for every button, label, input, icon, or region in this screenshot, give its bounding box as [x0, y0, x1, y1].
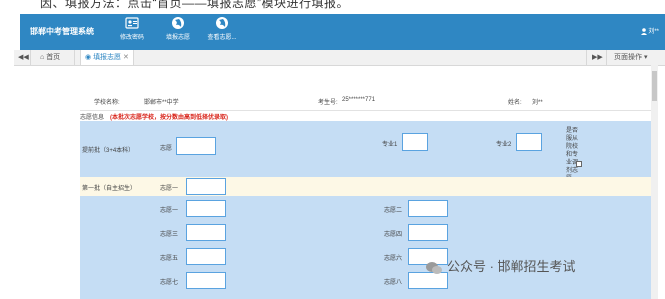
divider [30, 50, 31, 65]
first-batch-choice-label: 志愿一 [160, 186, 179, 192]
first-batch-row: 第一批（自主招生） 志愿一 [80, 177, 656, 196]
scrollbar-thumb[interactable] [652, 71, 657, 101]
choice-input[interactable] [186, 224, 226, 241]
nav-label: 修改密码 [119, 35, 144, 41]
adjust-checkbox[interactable] [576, 161, 582, 167]
choice-input[interactable] [408, 224, 448, 241]
notice-text: (本批次志愿学校，按分数由高到低择优录取) [110, 115, 228, 121]
close-icon[interactable]: ✕ [123, 54, 129, 61]
early-batch-label: 提前批（3+4本科） [82, 148, 135, 154]
nav-label: 查看志愿... [207, 35, 237, 41]
scroll-right-icon[interactable]: ▶▶ [592, 50, 603, 65]
major1-label: 专业1 [382, 142, 398, 148]
student-name-value: 刘** [532, 100, 543, 106]
nav-fill-application[interactable]: 填报志愿 [158, 16, 198, 48]
exam-number-value: 25*******771 [342, 97, 376, 103]
school-value: 邯郸市**中学 [144, 100, 179, 106]
watermark: 公众号 · 邯郸招生考试 [425, 256, 576, 275]
notice-prefix: 志愿信息 [80, 115, 105, 121]
vertical-scrollbar[interactable] [651, 65, 658, 299]
divider [74, 50, 75, 65]
tab-active-label: 填报志愿 [93, 54, 122, 61]
wechat-icon [426, 261, 442, 274]
id-card-icon [125, 17, 139, 29]
user-name: 刘** [648, 29, 659, 35]
scroll-left-icon[interactable]: ◀◀ [18, 50, 29, 65]
choice-label: 志愿一 [160, 208, 179, 214]
choice-label: 志愿二 [384, 208, 403, 214]
tab-bar: ◀◀ ⌂ 首页 ◉ 填报志愿 ✕ ▶▶ 页面操作 ▾ [14, 50, 665, 66]
first-batch-choice-input[interactable] [186, 178, 226, 195]
choice-label: 志愿六 [384, 256, 403, 262]
page-ops-menu[interactable]: 页面操作 ▾ [614, 50, 647, 65]
system-title: 邯郸中考管理系统 [30, 27, 94, 36]
student-info-row: 学校名称: 邯郸市**中学 考生号: 25*******771 姓名: 刘** [80, 90, 656, 111]
divider [606, 50, 607, 65]
nav-change-password[interactable]: 修改密码 [112, 16, 152, 48]
app-header: 邯郸中考管理系统 修改密码 填报志愿 查看志愿... 刘** [20, 14, 665, 50]
user-menu[interactable]: 刘** [640, 26, 659, 35]
choice-label: 志愿五 [160, 256, 179, 262]
first-batch-label: 第一批（自主招生） [82, 186, 137, 192]
watermark-text: 公众号 · 邯郸招生考试 [447, 259, 576, 274]
nav-view-application[interactable]: 查看志愿... [202, 16, 242, 48]
choice-label: 志愿七 [160, 280, 179, 286]
choice-label: 志愿三 [160, 232, 179, 238]
school-label: 学校名称: [94, 100, 120, 106]
chevron-down-icon: ▾ [643, 54, 648, 61]
early-batch-row: 提前批（3+4本科） 志愿 专业1 专业2 是否服从院校和专业调剂志愿 [80, 121, 656, 182]
exam-number-label: 考生号: [318, 100, 338, 106]
early-choice-label: 志愿 [160, 146, 173, 152]
caption-text: 因、填报方法：点击“首页——填报志愿”模块进行填报。 [40, 0, 349, 10]
tab-home-label: 首页 [46, 54, 61, 61]
globe-icon [172, 17, 184, 29]
globe-icon [216, 17, 228, 29]
tab-fill-application[interactable]: ◉ 填报志愿 ✕ [80, 50, 134, 65]
student-name-label: 姓名: [508, 100, 522, 106]
major2-label: 专业2 [496, 142, 512, 148]
caption-bar: 因、填报方法：点击“首页——填报志愿”模块进行填报。 [0, 0, 665, 14]
nav-label: 填报志愿 [165, 35, 190, 41]
home-icon: ⌂ [40, 54, 45, 61]
user-icon [640, 28, 647, 35]
choice-label: 志愿四 [384, 232, 403, 238]
tab-home[interactable]: ⌂ 首页 [40, 50, 60, 65]
early-choice-input[interactable] [176, 137, 216, 155]
page-ops-label: 页面操作 [614, 54, 642, 61]
notice-row: 志愿信息 (本批次志愿学校，按分数由高到低择优录取) [80, 110, 656, 121]
choice-input[interactable] [186, 248, 226, 265]
choice-input[interactable] [408, 200, 448, 217]
choice-input[interactable] [186, 272, 226, 289]
choice-label: 志愿八 [384, 280, 403, 286]
adjust-label: 是否服从院校和专业调剂志愿 [566, 128, 579, 182]
globe-icon: ◉ [85, 54, 92, 61]
major2-input[interactable] [516, 133, 542, 151]
choice-input[interactable] [186, 200, 226, 217]
choices-grid: 志愿一 志愿二 志愿三 志愿四 志愿五 志愿六 志愿七 志愿八 [80, 196, 656, 299]
major1-input[interactable] [402, 133, 428, 151]
divider [586, 50, 587, 65]
